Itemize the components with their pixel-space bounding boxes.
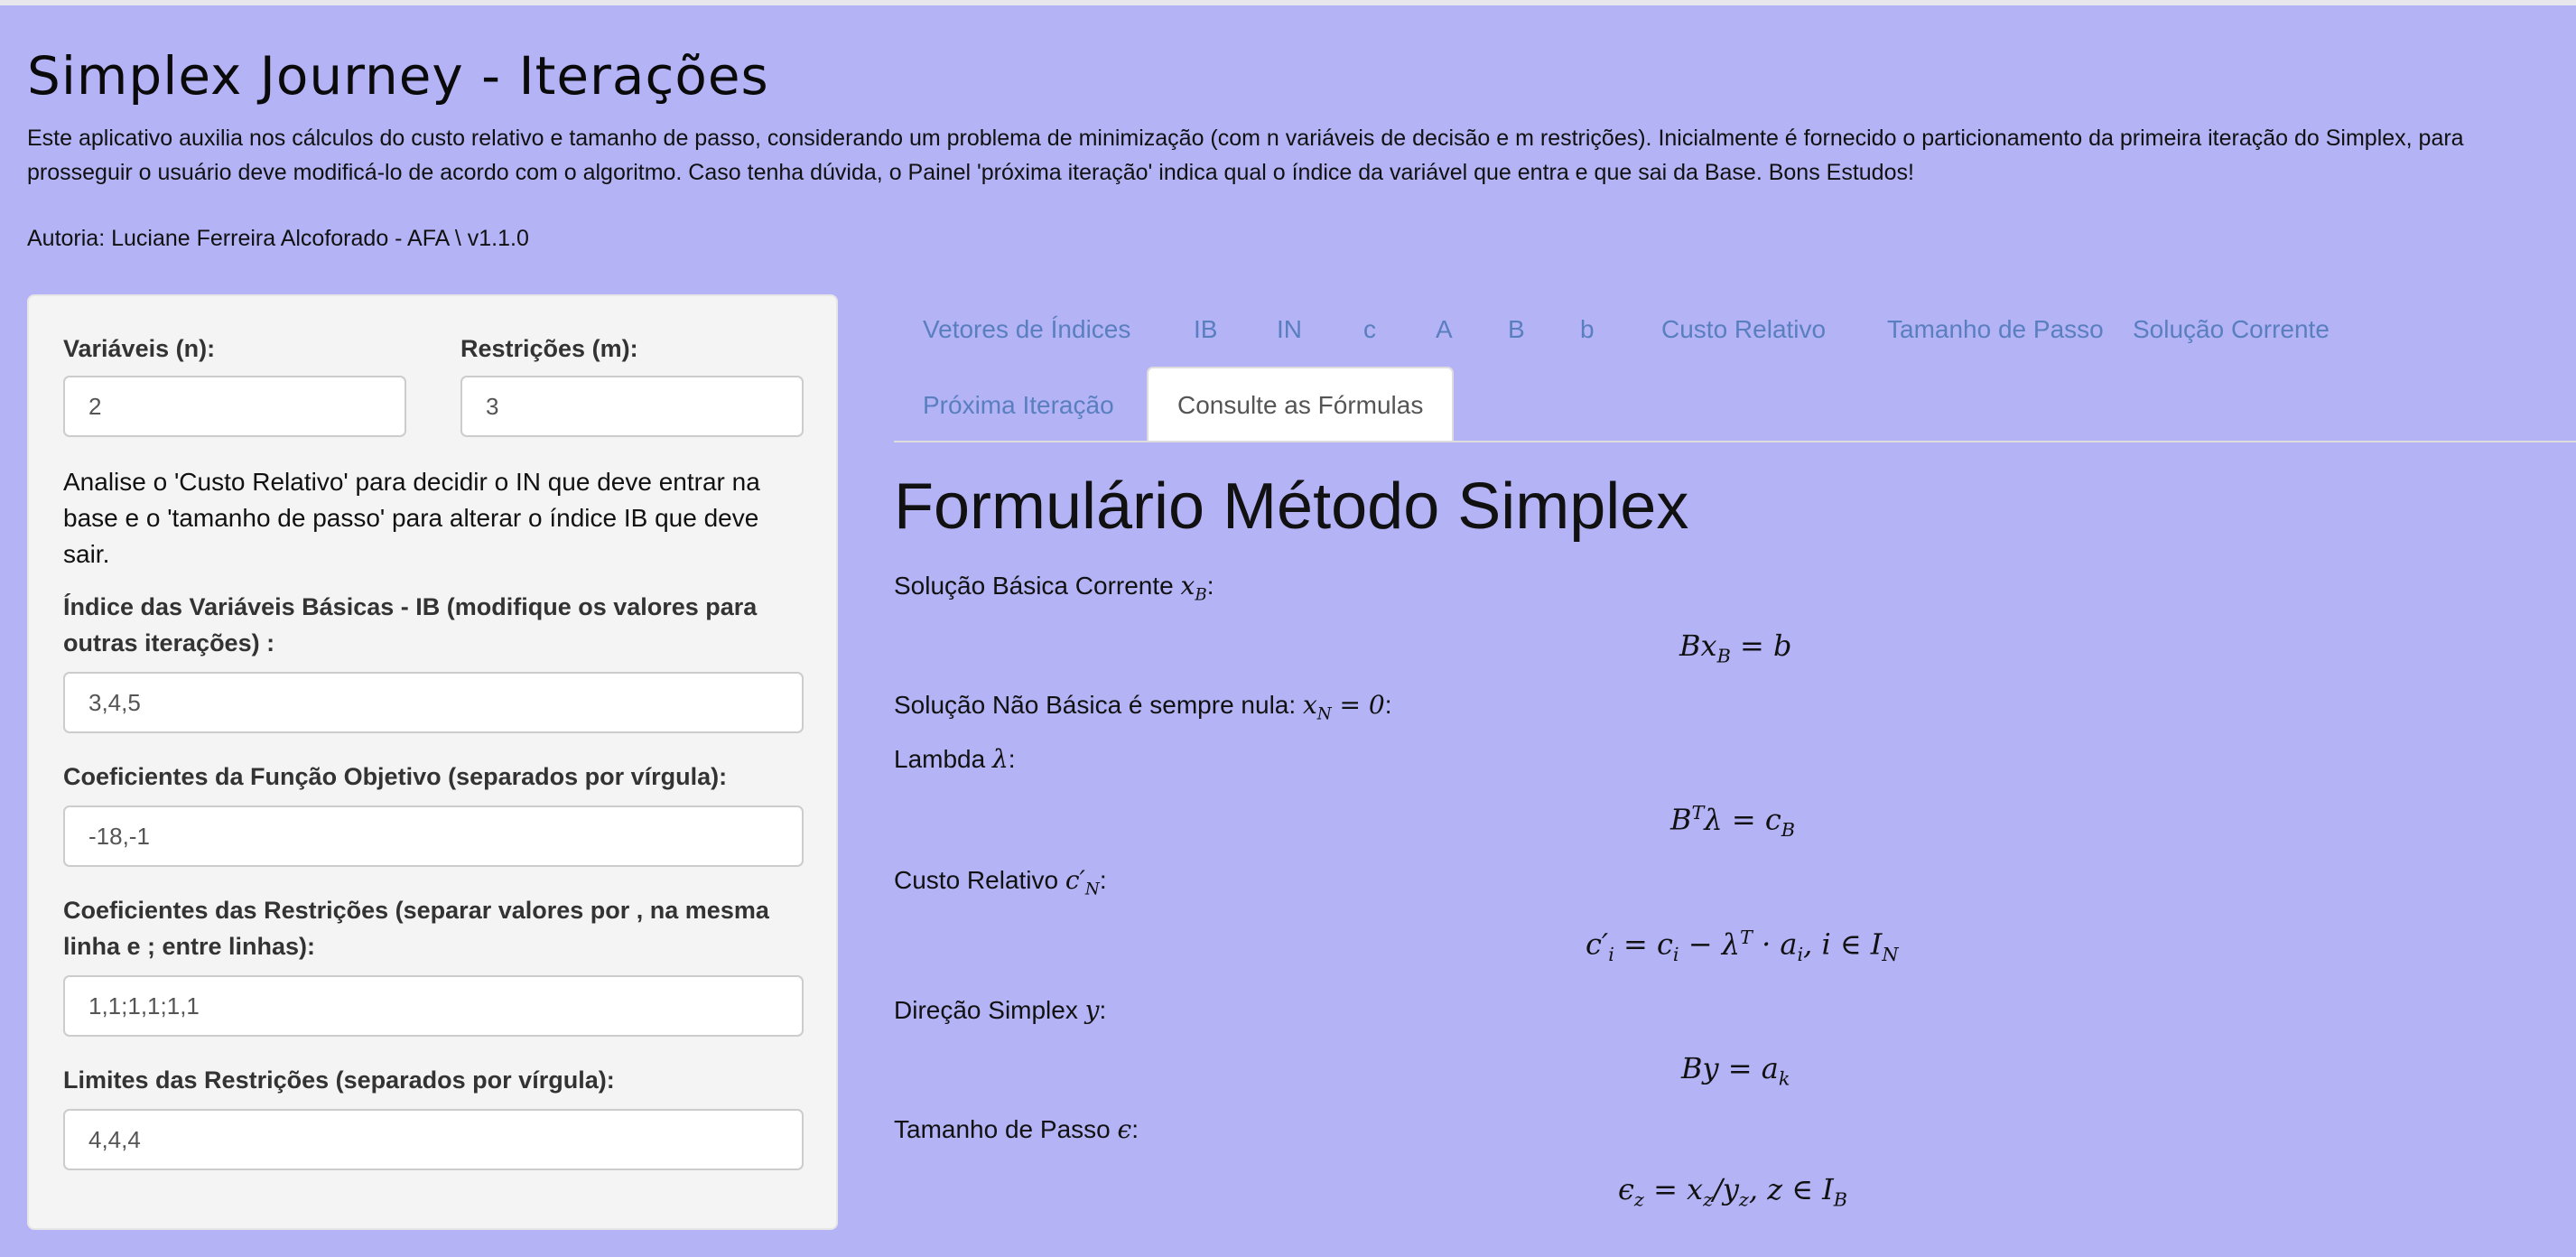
tab-c[interactable]: c: [1334, 298, 1405, 361]
direction-label: Direção Simplex: [894, 996, 1078, 1024]
formulas-title: Formulário Método Simplex: [894, 470, 1689, 543]
tab-ib[interactable]: IB: [1165, 298, 1246, 361]
objective-label: Coeficientes da Função Objetivo (separad…: [63, 763, 728, 790]
tab-solucao-corrente[interactable]: Solução Corrente: [2104, 298, 2358, 361]
tab-proxima-iteracao[interactable]: Próxima Iteração: [894, 374, 1143, 437]
variables-input[interactable]: 2: [63, 376, 406, 437]
tab-b-vector[interactable]: b: [1551, 298, 1623, 361]
eq-step-size: ϵz = xz/yz, z ∈ IB: [1618, 1172, 1848, 1211]
constraint-coefs-label: Coeficientes das Restrições (separar val…: [63, 897, 769, 960]
tab-consulte-formulas[interactable]: Consulte as Fórmulas: [1147, 367, 1455, 442]
eq-direction: By = ak: [1681, 1051, 1790, 1090]
ib-label: Índice das Variáveis Básicas - IB (modif…: [63, 593, 758, 656]
app-title: Simplex Journey - Iterações: [27, 45, 769, 107]
objective-input[interactable]: -18,-1: [63, 805, 804, 867]
app-description: Este aplicativo auxilia nos cálculos do …: [27, 126, 2464, 185]
help-text: Analise o 'Custo Relativo' para decidir …: [63, 468, 760, 568]
eq-bxb-b: BxB = b: [1679, 628, 1792, 667]
limits-label: Limites das Restrições (separados por ví…: [63, 1066, 615, 1094]
limits-input[interactable]: 4,4,4: [63, 1109, 804, 1170]
xn-zero: xN = 0: [1302, 690, 1385, 724]
basic-solution-label: Solução Básica Corrente: [894, 572, 1174, 600]
tab-a[interactable]: A: [1407, 298, 1482, 361]
nonbasic-solution-label: Solução Não Básica é sempre nula:: [894, 691, 1297, 719]
xb-symbol: xB: [1180, 571, 1207, 605]
relative-cost-text: Custo Relativo c′N:: [894, 865, 1107, 899]
constraint-coefs-input[interactable]: 1,1;1,1;1,1: [63, 975, 804, 1037]
constraints-label: Restrições (m):: [460, 335, 638, 362]
epsilon-symbol: ϵ: [1117, 1114, 1132, 1144]
input-sidebar: Variáveis (n): 2 Restrições (m): 3 Anali…: [27, 294, 838, 1230]
variables-label: Variáveis (n):: [63, 335, 216, 362]
lambda-symbol: λ: [991, 744, 1009, 774]
window-top-border: [0, 0, 2576, 5]
lambda-text: Lambda λ:: [894, 744, 1016, 774]
direction-text: Direção Simplex y:: [894, 995, 1107, 1025]
tab-vetores-indices[interactable]: Vetores de Índices: [894, 298, 1159, 361]
y-symbol: y: [1084, 995, 1100, 1025]
basic-solution-text: Solução Básica Corrente xB:: [894, 571, 1214, 605]
relative-cost-label: Custo Relativo: [894, 866, 1059, 894]
nonbasic-solution-text: Solução Não Básica é sempre nula: xN = 0…: [894, 690, 1392, 724]
tab-b-matrix[interactable]: B: [1479, 298, 1554, 361]
tab-divider: [894, 441, 2576, 442]
cn-prime-symbol: c′N: [1065, 865, 1100, 899]
eq-lambda: BTλ = cB: [1670, 802, 1796, 842]
lambda-label: Lambda: [894, 745, 986, 773]
step-size-label: Tamanho de Passo: [894, 1115, 1111, 1143]
eq-relative-cost: c′i = ci − λT · ai, i ∈ IN: [1586, 926, 1899, 966]
tab-tamanho-passo[interactable]: Tamanho de Passo: [1858, 298, 2133, 361]
author-line: Autoria: Luciane Ferreira Alcoforado - A…: [27, 226, 529, 251]
ib-input[interactable]: 3,4,5: [63, 672, 804, 733]
tab-in[interactable]: IN: [1248, 298, 1331, 361]
step-size-text: Tamanho de Passo ϵ:: [894, 1114, 1139, 1144]
constraints-input[interactable]: 3: [460, 376, 804, 437]
tab-custo-relativo[interactable]: Custo Relativo: [1632, 298, 1855, 361]
